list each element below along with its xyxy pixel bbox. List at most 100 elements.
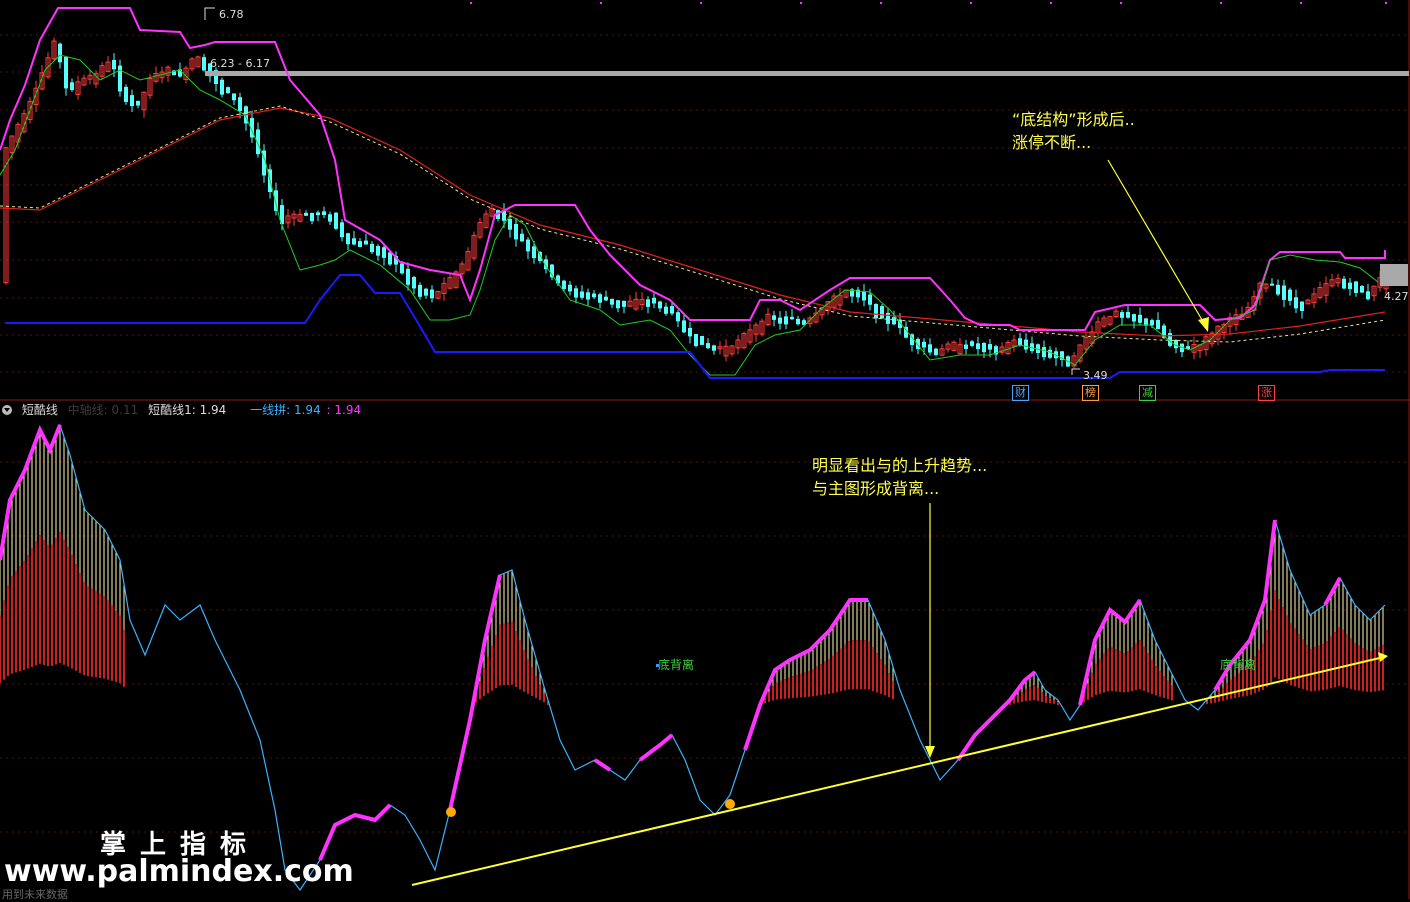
candle-body xyxy=(778,317,782,324)
candle-body xyxy=(916,338,920,350)
marker-dot xyxy=(1050,2,1052,4)
candle-body xyxy=(400,263,404,274)
indicator-annotation-line-2: 与主图形成背离... xyxy=(812,479,940,498)
candle-body xyxy=(928,344,932,353)
candle-body xyxy=(364,240,368,245)
top-annotation-line-2: 涨停不断... xyxy=(1012,133,1092,152)
candle-body xyxy=(988,344,992,350)
candle-body xyxy=(652,297,656,304)
marker-dot xyxy=(880,2,882,4)
candle-body xyxy=(880,306,884,319)
candle-body xyxy=(604,296,608,301)
badge-bang[interactable]: 榜 xyxy=(1082,385,1099,401)
candle-body xyxy=(1018,338,1022,346)
candle-body xyxy=(526,239,530,252)
candle-body xyxy=(418,284,422,297)
chart-canvas xyxy=(0,0,1410,899)
candle-body xyxy=(64,56,68,89)
price-high-label: 6.78 xyxy=(219,8,244,21)
marker-dot xyxy=(970,2,972,4)
marker-dot xyxy=(470,2,472,4)
candle-body xyxy=(1270,283,1274,286)
candle-body xyxy=(694,333,698,347)
candle-body xyxy=(658,301,662,309)
badge-zhang[interactable]: 涨 xyxy=(1258,385,1275,401)
candle-body xyxy=(1276,284,1280,295)
candle-body xyxy=(664,306,668,314)
badge-jian[interactable]: 减 xyxy=(1139,385,1156,401)
candle-body xyxy=(1150,320,1154,326)
watermark-url: www.palmindex.com xyxy=(4,854,354,889)
candle-body xyxy=(424,288,428,296)
candle-body xyxy=(304,212,308,216)
candle-body xyxy=(1288,289,1292,301)
candle-body xyxy=(508,218,512,230)
trend-line xyxy=(411,656,1385,886)
indicator-line1-label: 短酷线1: 1.94 xyxy=(148,403,227,417)
signal-label-1: 底背离 xyxy=(658,658,695,672)
candle-body xyxy=(646,299,650,307)
candle-body xyxy=(574,288,578,298)
buy-signal-icon xyxy=(446,807,456,817)
candle-body xyxy=(982,342,986,353)
candle-body xyxy=(532,246,536,259)
candle-body xyxy=(514,223,518,240)
candle-body xyxy=(688,327,692,337)
candle-body xyxy=(502,210,506,221)
candle-body xyxy=(700,336,704,345)
candle-body xyxy=(784,316,788,325)
candle-body xyxy=(592,293,596,298)
candle-body xyxy=(1282,285,1286,300)
candle-body xyxy=(772,315,776,320)
candle-body xyxy=(388,252,392,265)
annotation-arrow-line xyxy=(1107,159,1206,326)
candle-body xyxy=(886,312,890,324)
marker-dot xyxy=(1300,2,1302,4)
candle-body xyxy=(520,233,524,242)
candle-body xyxy=(1120,312,1124,318)
candle-body xyxy=(706,343,710,349)
high-pointer xyxy=(204,7,215,20)
price-low-label: 3.49 xyxy=(1083,369,1108,382)
candle-body xyxy=(892,317,896,325)
candle-body xyxy=(412,276,416,289)
candle-body xyxy=(1024,339,1028,350)
candle-body xyxy=(922,341,926,348)
candle-body xyxy=(712,345,716,351)
indicator-title[interactable]: 短酷线 xyxy=(22,403,58,417)
candle-body xyxy=(220,79,224,95)
candle-body xyxy=(232,93,236,101)
top-annotation: “底结构”形成后.. 涨停不断... xyxy=(1012,108,1135,154)
candle-body xyxy=(328,214,332,222)
buy-signal-icon xyxy=(725,799,735,809)
marker-dot xyxy=(1220,2,1222,4)
indicator-header: 短酷线 中轴线: 0.11 短酷线1: 1.94 一线拼: 1.94 : 1.9… xyxy=(0,402,367,418)
annotation-overlay xyxy=(411,159,1388,886)
price-range-label: 6.23 - 6.17 xyxy=(210,57,270,70)
chart-grid xyxy=(0,0,1410,899)
footer-note: 用到未来数据 xyxy=(2,888,68,901)
price-tag-box xyxy=(1380,264,1408,286)
candle-body xyxy=(610,298,614,305)
marker-dot xyxy=(1385,2,1387,4)
annotation-arrow-head xyxy=(1198,317,1209,332)
oscillator-rising-segment xyxy=(956,670,1037,762)
badge-cai[interactable]: 财 xyxy=(1012,385,1029,401)
candle-body xyxy=(556,275,560,284)
oscillator-rising-segment xyxy=(0,424,62,561)
candle-body xyxy=(976,343,980,350)
current-price-label: 4.27 xyxy=(1384,290,1409,303)
candle-body xyxy=(376,246,380,256)
candle-body xyxy=(202,57,206,71)
candle-body xyxy=(358,241,362,247)
candle-body xyxy=(130,95,134,107)
candle-body xyxy=(622,300,626,307)
top-annotation-line-1: “底结构”形成后.. xyxy=(1012,110,1135,129)
candle-body xyxy=(316,212,320,216)
candle-body xyxy=(934,348,938,356)
candle-body xyxy=(70,82,74,91)
indicator-menu-icon[interactable] xyxy=(2,405,12,415)
candle-body xyxy=(1138,314,1142,323)
candle-body xyxy=(1042,347,1046,358)
resistance-envelope xyxy=(0,7,1386,331)
